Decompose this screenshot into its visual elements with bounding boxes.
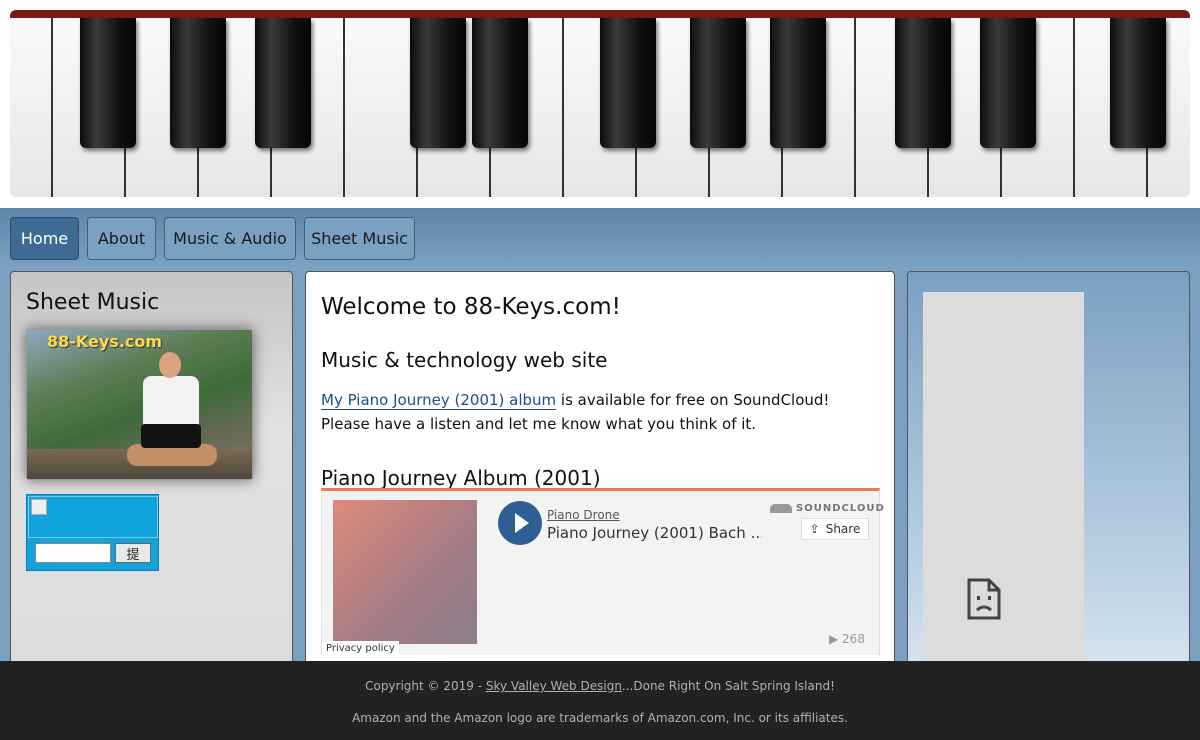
nav-sheet-music-button[interactable]: Sheet Music — [304, 217, 415, 260]
copyright-suffix: ...Done Right On Salt Spring Island! — [621, 679, 835, 693]
black-key — [170, 18, 226, 148]
album-artwork[interactable] — [333, 500, 477, 644]
main-nav: Home About Music & Audio Sheet Music — [0, 208, 1200, 270]
sidebar-heading: Sheet Music — [26, 290, 160, 315]
page-title: Welcome to 88-Keys.com! — [321, 294, 621, 320]
left-sidebar: Sheet Music 88-Keys.com 提 — [10, 271, 293, 671]
white-key — [10, 18, 53, 197]
copyright-line: Copyright © 2019 - Sky Valley Web Design… — [0, 679, 1200, 693]
nav-music-audio-button[interactable]: Music & Audio — [164, 217, 296, 260]
share-label: Share — [825, 522, 861, 536]
share-button[interactable]: ⇪ Share — [801, 518, 869, 540]
designer-link[interactable]: Sky Valley Web Design — [486, 679, 622, 693]
photo-caption: 88-Keys.com — [47, 332, 163, 351]
album-link[interactable]: My Piano Journey (2001) album — [321, 391, 557, 410]
privacy-policy-link[interactable]: Privacy policy — [322, 641, 399, 657]
broken-page-icon — [967, 578, 1001, 620]
black-key — [770, 18, 826, 148]
soundcloud-brand[interactable]: SOUNDCLOUD — [796, 503, 885, 514]
soundcloud-player: Piano Drone Piano Journey (2001) Bach ..… — [321, 488, 884, 657]
black-key — [1110, 18, 1166, 148]
black-key — [895, 18, 951, 148]
soundcloud-logo-icon — [770, 504, 792, 513]
broken-image-icon — [28, 496, 158, 538]
nav-home-button[interactable]: Home — [10, 217, 79, 260]
amazon-search-input[interactable] — [35, 543, 111, 563]
amazon-search-button[interactable]: 提 — [115, 543, 151, 563]
black-key — [255, 18, 311, 148]
play-count: ▶ 268 — [829, 632, 865, 646]
black-key — [80, 18, 136, 148]
header-banner — [0, 0, 1200, 208]
copyright-prefix: Copyright © 2019 - — [365, 679, 486, 693]
page-subtitle: Music & technology web site — [321, 348, 608, 372]
section-title: Piano Journey Album (2001) — [321, 466, 601, 490]
black-key — [980, 18, 1036, 148]
piano-rail — [10, 10, 1190, 18]
artist-link[interactable]: Piano Drone — [547, 508, 620, 522]
white-key — [345, 18, 418, 197]
black-key — [410, 18, 466, 148]
nav-about-button[interactable]: About — [87, 217, 156, 260]
main-content: Welcome to 88-Keys.com! Music & technolo… — [305, 271, 895, 671]
amazon-search-widget: 提 — [26, 494, 159, 571]
track-title[interactable]: Piano Journey (2001) Bach ... — [547, 524, 762, 542]
profile-photo[interactable]: 88-Keys.com — [26, 329, 253, 480]
site-footer: Copyright © 2019 - Sky Valley Web Design… — [0, 661, 1200, 740]
photo-person — [127, 352, 217, 472]
right-sidebar — [907, 271, 1190, 672]
share-icon: ⇪ — [809, 522, 820, 536]
piano-keys-image — [10, 10, 1190, 197]
black-key — [690, 18, 746, 148]
trademark-note: Amazon and the Amazon logo are trademark… — [352, 711, 848, 725]
black-key — [472, 18, 528, 148]
play-icon[interactable] — [498, 501, 542, 545]
black-key — [600, 18, 656, 148]
ad-frame — [923, 292, 1084, 672]
intro-paragraph: My Piano Journey (2001) album is availab… — [321, 388, 881, 436]
